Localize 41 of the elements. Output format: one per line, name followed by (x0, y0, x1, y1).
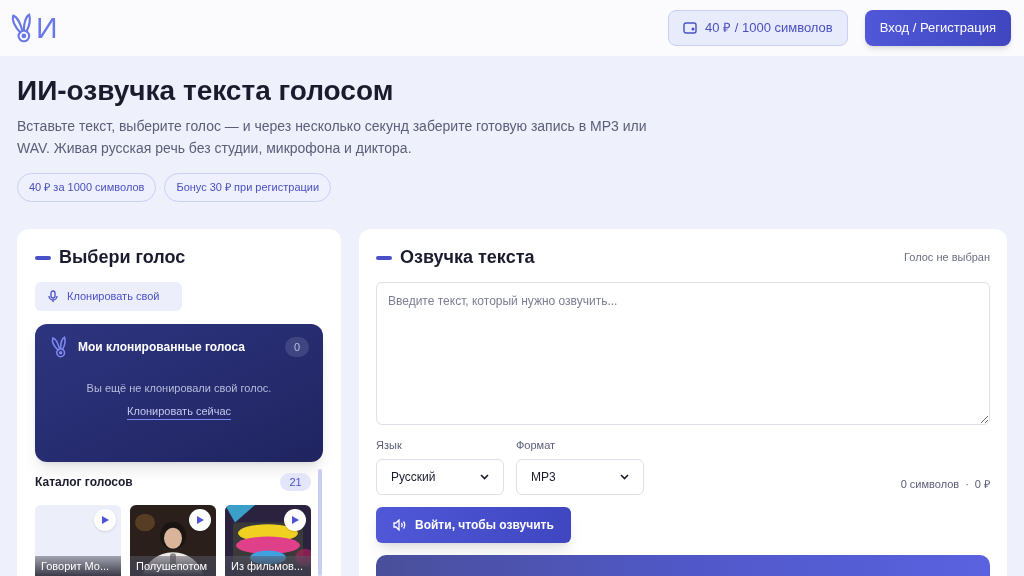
play-icon (196, 516, 204, 524)
separator: · (965, 476, 969, 492)
play-icon (101, 516, 109, 524)
heading-bar (35, 255, 51, 260)
login-button[interactable]: Вход / Регистрация (864, 10, 1011, 46)
speaker-icon (393, 519, 407, 531)
microphone-icon (48, 290, 58, 303)
wallet-icon (683, 22, 698, 34)
char-count: 0 символов (900, 476, 960, 492)
cost: 0 ₽ (974, 476, 990, 492)
voice-name: Из фильмов... (225, 556, 311, 576)
select-field[interactable]: MP3 (516, 459, 644, 495)
heading-bar (376, 255, 392, 260)
count-badge: 21 (280, 473, 311, 491)
chevron-icon (620, 474, 629, 480)
page-title: ИИ-озвучка текста голосом (17, 74, 395, 108)
field-label: Язык (376, 438, 403, 452)
voice-card[interactable]: Из фильмов... (225, 505, 311, 576)
price-text: 40 ₽ / 1000 символов (705, 19, 833, 38)
field-label: Формат (516, 438, 557, 452)
card-title: Мои клонированные голоса (78, 339, 245, 356)
submit-button[interactable]: Войти, чтобы озвучить (376, 507, 571, 543)
empty-message: Вы ещё не клонировали свой голос. (85, 381, 273, 396)
info-chip: Бонус 30 ₽ при регистрации (164, 173, 332, 202)
clone-now-link[interactable]: Клонировать сейчас (126, 402, 232, 420)
clone-button[interactable]: Клонировать свой (35, 282, 182, 311)
logo[interactable]: И (8, 13, 58, 43)
select-field[interactable]: Русский (376, 459, 504, 495)
page-description: Вставьте текст, выберите голос — и через несколько секунд заберите готовую запись в MP3 или WAV. Живая русская речь без студии, микрофона и диктора. (17, 117, 648, 158)
voice-card[interactable]: Говорит Мо... (35, 505, 121, 576)
panel-title: Выбери голос (59, 246, 186, 269)
voice-status: Голос не выбран (904, 250, 990, 266)
count-badge: 0 (285, 337, 309, 357)
voice-name: Полушепотом (130, 556, 216, 576)
voice-name: Говорит Мо... (35, 556, 121, 576)
panel-title: Озвучка текста (400, 246, 535, 269)
catalog-title: Каталог голосов (35, 474, 133, 491)
chevron-icon (480, 474, 489, 480)
voice-card[interactable]: Полушепотом (130, 505, 216, 576)
text-input[interactable]: Введите текст, который нужно озвучить... (376, 282, 990, 425)
info-chip: 40 ₽ за 1000 символов (17, 173, 157, 202)
